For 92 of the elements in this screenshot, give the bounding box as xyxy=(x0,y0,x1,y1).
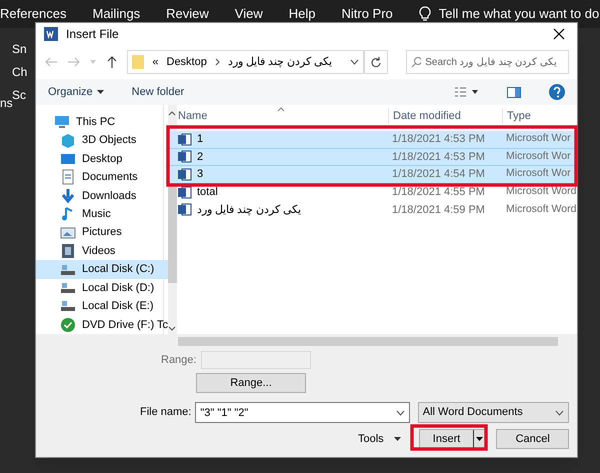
sidebar-item[interactable]: Local Disk (C:) xyxy=(36,260,168,279)
file-row[interactable]: 1 1/18/2021 4:53 PM Microsoft Wor xyxy=(166,131,577,148)
table-cell-text: Microsoft Wor xyxy=(505,131,571,146)
tools-button[interactable]: Tools xyxy=(358,429,412,449)
chevron-down-icon xyxy=(555,410,564,416)
chevron-down-icon[interactable] xyxy=(396,410,405,416)
table-cell-text: Microsoft Wor xyxy=(505,148,571,164)
breadcrumb-item[interactable]: یکی کردن چند فایل ورد xyxy=(228,54,332,70)
toolbar-button[interactable]: Organize xyxy=(48,84,104,100)
menu-tab[interactable]: Nitro Pro xyxy=(342,4,393,24)
word-logo-icon xyxy=(44,27,58,41)
lightbulb-icon xyxy=(418,6,431,22)
tell-me-search[interactable]: Tell me what you want to do xyxy=(438,4,600,24)
picture-icon xyxy=(60,224,76,241)
sidebar-item[interactable]: Local Disk (E:) xyxy=(36,297,168,316)
word-document-icon xyxy=(178,150,192,164)
file-name: 2 xyxy=(197,150,204,164)
close-icon xyxy=(553,28,565,40)
column-header[interactable]: Type xyxy=(502,108,577,124)
table-cell-text: 1/18/2021 4:54 PM xyxy=(391,167,486,182)
sidebar-item[interactable]: Videos xyxy=(36,242,168,260)
caret-icon xyxy=(476,437,484,441)
view-options-icon[interactable] xyxy=(455,87,479,97)
table-cell-text: Microsoft Word xyxy=(505,202,576,217)
file-name: total xyxy=(197,185,218,200)
cube-icon xyxy=(60,132,76,149)
file-type-dropdown[interactable]: All Word Documents xyxy=(418,402,569,423)
file-row[interactable]: total 1/18/2021 4:55 PM Microsoft Word xyxy=(166,184,577,201)
chevron-down-icon[interactable] xyxy=(350,59,359,65)
sidebar-item[interactable]: This PC xyxy=(36,113,168,132)
toolbar-button[interactable]: New folder xyxy=(132,84,184,100)
file-name: 1 xyxy=(197,132,204,147)
table-cell-text: 1/18/2021 4:59 PM xyxy=(391,202,486,218)
window-title: Insert File xyxy=(66,26,120,43)
menu-tab[interactable]: Help xyxy=(288,4,316,24)
document-icon xyxy=(60,169,76,186)
word-document-icon xyxy=(178,203,192,216)
column-header[interactable]: Name xyxy=(166,108,388,124)
menu-tab[interactable]: Review xyxy=(166,4,209,24)
menu-tab[interactable]: Mailings xyxy=(92,4,140,24)
sidebar-item[interactable]: Local Disk (D:) xyxy=(36,278,168,298)
column-header[interactable]: Date modified xyxy=(388,108,502,124)
menu-tab[interactable]: References xyxy=(0,4,66,24)
help-icon[interactable] xyxy=(549,84,565,100)
sort-caret-icon xyxy=(277,107,285,112)
ribbon-label[interactable]: Sn xyxy=(12,40,27,58)
table-cell-text: Microsoft Word xyxy=(505,184,576,200)
refresh-button[interactable] xyxy=(364,50,388,74)
file-name-field[interactable]: "3" "1" "2" xyxy=(195,402,410,423)
table-cell-text: Microsoft Wor xyxy=(505,166,571,182)
up-arrow-icon[interactable] xyxy=(106,55,118,69)
file-name-label: File name: xyxy=(140,405,192,420)
table-cell-text: 1/18/2021 4:55 PM xyxy=(391,185,486,200)
sidebar-item[interactable]: Desktop xyxy=(36,150,168,168)
monitor-icon xyxy=(54,114,70,130)
caret-icon xyxy=(96,90,104,94)
preview-pane-icon[interactable] xyxy=(507,86,521,98)
file-name: یکی کردن چند فایل ورد xyxy=(197,202,302,218)
menu-tab[interactable]: View xyxy=(234,4,263,24)
ribbon-label[interactable]: ns xyxy=(0,94,13,112)
sidebar-item[interactable]: Documents xyxy=(36,168,168,187)
ribbon-label[interactable]: Ch xyxy=(12,63,28,81)
range-label: Range: xyxy=(161,352,196,368)
chevron-icon xyxy=(214,58,220,66)
refresh-icon xyxy=(370,56,382,68)
file-row[interactable]: 3 1/18/2021 4:54 PM Microsoft Wor xyxy=(166,166,577,184)
word-document-icon xyxy=(178,186,192,199)
caret-icon xyxy=(394,437,401,441)
drive-icon xyxy=(60,280,76,296)
search-field[interactable]: Search یکی کردن چند فایل ورد xyxy=(406,50,569,74)
breadcrumb-item[interactable]: Desktop xyxy=(166,54,207,70)
sidebar-item[interactable]: Downloads xyxy=(36,186,168,206)
file-name: 3 xyxy=(197,167,204,182)
table-cell-text: 1/18/2021 4:53 PM xyxy=(391,132,486,147)
download-arrow-icon xyxy=(60,188,76,204)
file-row[interactable]: 2 1/18/2021 4:53 PM Microsoft Wor xyxy=(166,148,577,166)
range-button[interactable]: Range... xyxy=(196,373,306,393)
cancel-button[interactable]: Cancel xyxy=(496,429,569,449)
film-icon xyxy=(60,243,76,260)
word-document-icon xyxy=(178,168,192,181)
table-cell-text: 1/18/2021 4:53 PM xyxy=(391,150,486,164)
folder-icon xyxy=(132,55,144,69)
breadcrumb-overflow[interactable]: « xyxy=(152,54,158,70)
split-dropdown-button[interactable] xyxy=(473,430,486,448)
sidebar-item[interactable]: Music xyxy=(36,205,168,224)
sidebar-item[interactable]: Pictures xyxy=(36,224,168,242)
file-type-value: All Word Documents xyxy=(422,405,524,420)
word-document-icon xyxy=(178,132,192,146)
sidebar-item[interactable]: DVD Drive (F:) Tc xyxy=(36,316,168,334)
sidebar-item[interactable]: 3D Objects xyxy=(36,131,168,150)
search-icon xyxy=(411,56,422,68)
ribbon-label[interactable]: Sc xyxy=(12,86,26,104)
